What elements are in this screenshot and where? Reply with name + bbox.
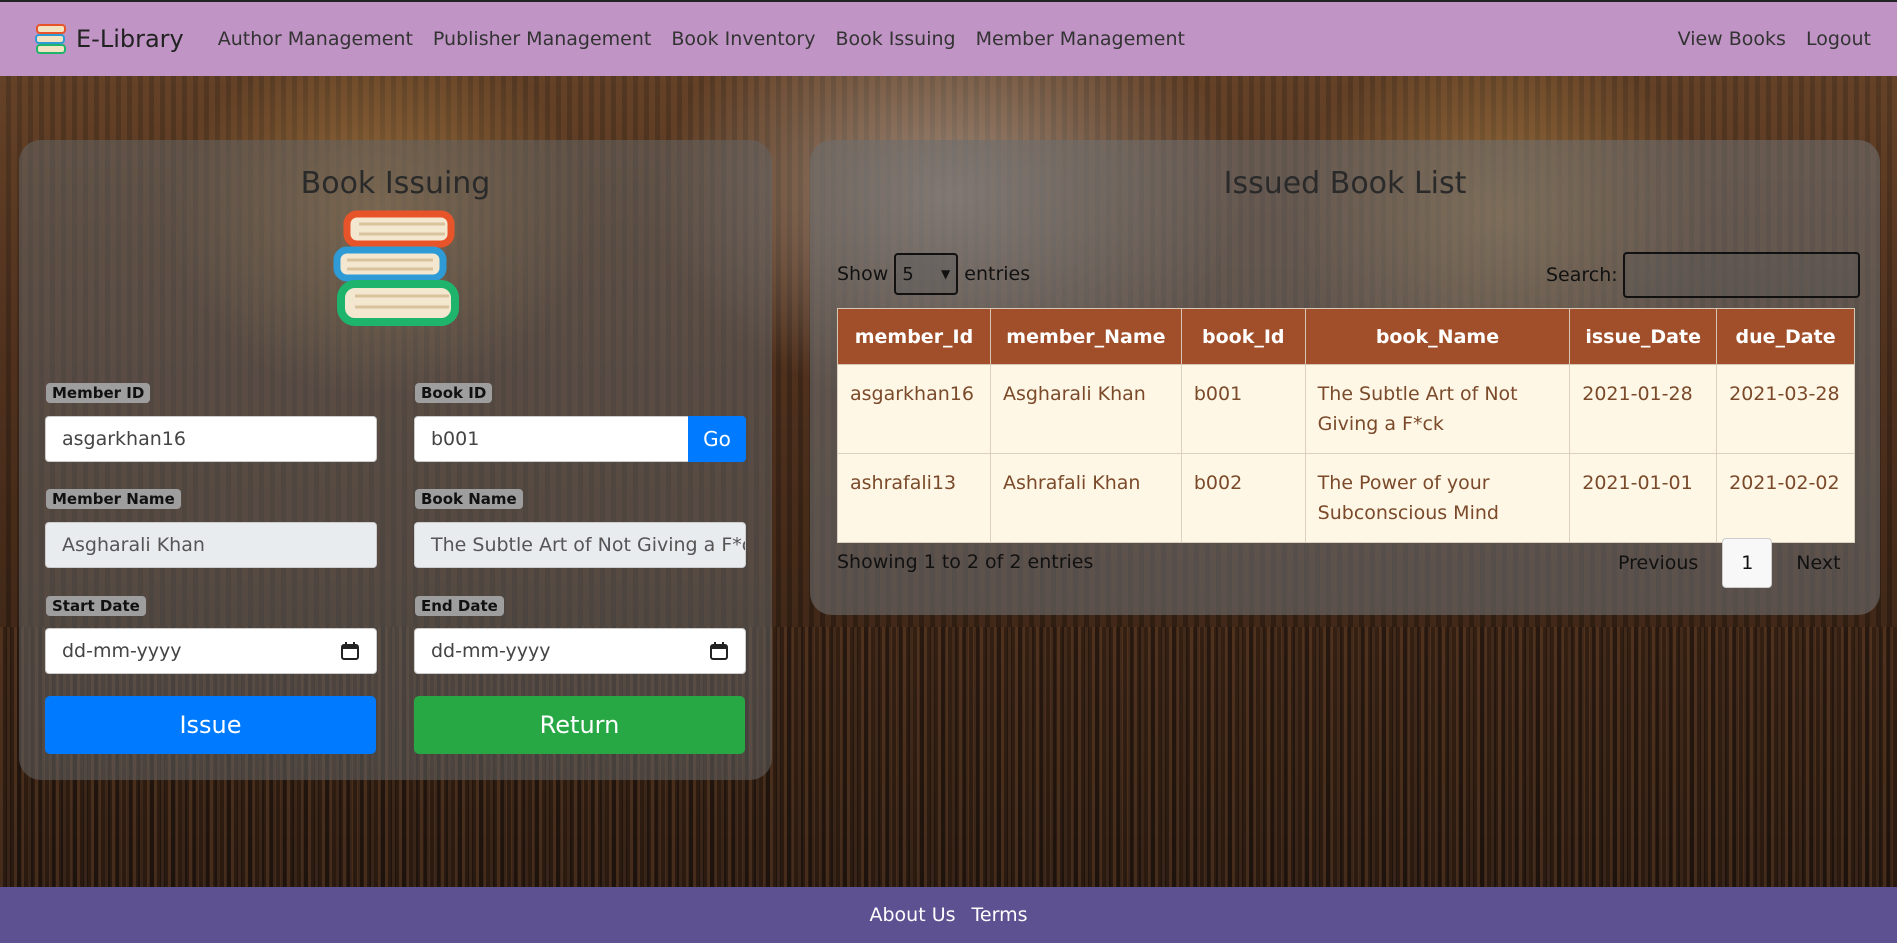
member-name-label: Member Name: [46, 489, 181, 509]
table-row: asgarkhan16 Asgharali Khan b001 The Subt…: [837, 364, 1855, 454]
member-name-field: Asgharali Khan: [45, 522, 377, 568]
page-size-control: Show 5 ▼ entries: [837, 253, 1030, 295]
page-1-button[interactable]: 1: [1722, 538, 1773, 588]
column-header-due-date[interactable]: due_Date: [1716, 308, 1855, 365]
navbar: E-Library Author Management Publisher Ma…: [0, 0, 1897, 76]
nav-book-issuing[interactable]: Book Issuing: [835, 28, 955, 50]
search-label: Search:: [1546, 264, 1618, 286]
brand[interactable]: E-Library: [34, 21, 184, 57]
book-issuing-title: Book Issuing: [300, 166, 491, 201]
member-id-value: asgarkhan16: [62, 428, 186, 450]
table-info: Showing 1 to 2 of 2 entries: [837, 551, 1094, 573]
start-date-label: Start Date: [46, 596, 146, 616]
book-name-value: The Subtle Art of Not Giving a F*c: [431, 534, 746, 556]
member-id-label: Member ID: [46, 383, 151, 403]
issued-book-list-title: Issued Book List: [1223, 166, 1467, 201]
nav-publisher-management[interactable]: Publisher Management: [433, 28, 651, 50]
return-button[interactable]: Return: [414, 696, 745, 754]
footer-terms[interactable]: Terms: [972, 904, 1028, 926]
member-name-value: Asgharali Khan: [62, 534, 205, 556]
cell-issue-date: 2021-01-28: [1569, 364, 1718, 454]
nav-logout[interactable]: Logout: [1806, 28, 1871, 50]
table-header-row: member_Id member_Name book_Id book_Name …: [837, 308, 1855, 365]
previous-page-button[interactable]: Previous: [1600, 552, 1716, 574]
cell-book-id: b001: [1180, 364, 1306, 454]
end-date-input[interactable]: dd-mm-yyyy: [414, 628, 746, 674]
footer: About Us Terms: [0, 887, 1897, 943]
cell-book-id: b002: [1180, 453, 1306, 543]
book-id-label: Book ID: [415, 383, 493, 403]
column-header-member-name[interactable]: member_Name: [989, 308, 1182, 365]
search-input[interactable]: [1622, 252, 1860, 298]
book-id-value: b001: [431, 428, 480, 450]
book-issuing-card: Book Issuing Member ID asgarkhan16 Book …: [19, 140, 772, 780]
table-row: ashrafali13 Ashrafali Khan b002 The Powe…: [837, 453, 1855, 543]
start-date-placeholder: dd-mm-yyyy: [62, 640, 182, 662]
cell-due-date: 2021-02-02: [1716, 453, 1855, 543]
entries-label: entries: [964, 263, 1031, 285]
cell-member-id: ashrafali13: [837, 453, 991, 543]
books-icon: [333, 210, 459, 326]
nav-book-inventory[interactable]: Book Inventory: [671, 28, 815, 50]
next-page-button[interactable]: Next: [1778, 552, 1858, 574]
column-header-member-id[interactable]: member_Id: [837, 308, 991, 365]
column-header-issue-date[interactable]: issue_Date: [1569, 308, 1718, 365]
end-date-placeholder: dd-mm-yyyy: [431, 640, 551, 662]
calendar-icon[interactable]: [340, 641, 360, 661]
issue-button[interactable]: Issue: [45, 696, 376, 754]
page-size-select[interactable]: 5 ▼: [894, 253, 959, 295]
chevron-down-icon: ▼: [941, 267, 951, 281]
cell-member-id: asgarkhan16: [837, 364, 991, 454]
cell-book-name: The Subtle Art of Not Giving a F*ck: [1304, 364, 1571, 454]
book-name-field: The Subtle Art of Not Giving a F*c: [414, 522, 746, 568]
column-header-book-name[interactable]: book_Name: [1304, 308, 1571, 365]
footer-about-us[interactable]: About Us: [870, 904, 956, 926]
nav-right: View Books Logout: [1658, 28, 1871, 50]
nav-member-management[interactable]: Member Management: [976, 28, 1185, 50]
show-label: Show: [837, 263, 889, 285]
pagination: Previous 1 Next: [1600, 538, 1859, 588]
end-date-label: End Date: [415, 596, 504, 616]
book-name-label: Book Name: [415, 489, 523, 509]
issued-book-list-card: Issued Book List Show 5 ▼ entries Search…: [810, 140, 1880, 615]
issued-books-table: member_Id member_Name book_Id book_Name …: [837, 308, 1855, 543]
cell-member-name: Ashrafali Khan: [989, 453, 1182, 543]
page-size-value: 5: [902, 263, 914, 285]
member-id-input[interactable]: asgarkhan16: [45, 416, 377, 462]
cell-due-date: 2021-03-28: [1716, 364, 1855, 454]
column-header-book-id[interactable]: book_Id: [1180, 308, 1306, 365]
main-nav: Author Management Publisher Management B…: [198, 28, 1185, 50]
brand-name: E-Library: [76, 25, 184, 53]
cell-issue-date: 2021-01-01: [1569, 453, 1718, 543]
calendar-icon[interactable]: [709, 641, 729, 661]
go-button[interactable]: Go: [688, 416, 746, 462]
table-search: Search:: [1546, 252, 1860, 298]
start-date-input[interactable]: dd-mm-yyyy: [45, 628, 377, 674]
nav-view-books[interactable]: View Books: [1678, 28, 1786, 50]
cell-book-name: The Power of your Subconscious Mind: [1304, 453, 1571, 543]
book-id-input[interactable]: b001: [414, 416, 690, 462]
nav-author-management[interactable]: Author Management: [218, 28, 413, 50]
books-icon: [35, 24, 66, 54]
cell-member-name: Asgharali Khan: [989, 364, 1182, 454]
